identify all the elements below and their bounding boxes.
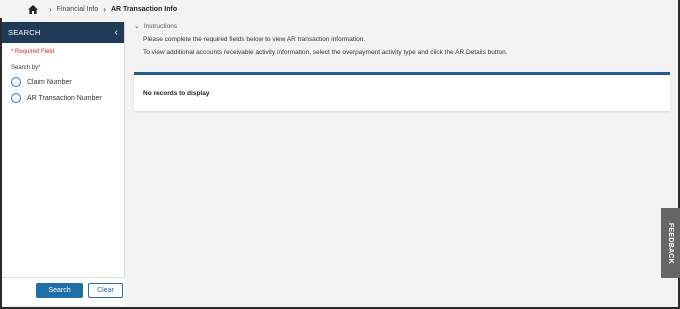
sidebar-title: SEARCH [8, 28, 41, 37]
instruction-line: To view additional accounts receivable a… [143, 49, 508, 56]
feedback-tab[interactable]: FEEDBACK [661, 208, 680, 278]
breadcrumb-item-financial-info[interactable]: Financial Info [57, 6, 99, 13]
results-card: No records to display [134, 72, 670, 111]
radio-label: Claim Number [27, 78, 72, 86]
breadcrumb: › Financial Info › AR Transaction Info [0, 0, 676, 18]
instruction-line: Please complete the required fields belo… [143, 36, 366, 43]
sidebar-footer: Search Clear [2, 277, 125, 305]
home-icon[interactable] [28, 4, 38, 14]
instructions-label: Instructions [143, 22, 178, 30]
radio-button[interactable] [11, 77, 21, 87]
empty-state-message: No records to display [143, 90, 210, 97]
radio-label: AR Transaction Number [27, 94, 102, 102]
sidebar-header: SEARCH ‹ [2, 22, 124, 43]
radio-option-ar-transaction-number[interactable]: AR Transaction Number [11, 93, 124, 103]
chevron-right-icon: › [49, 4, 52, 14]
instructions-toggle[interactable]: ⌄ Instructions [134, 22, 178, 31]
search-button[interactable]: Search [36, 283, 83, 298]
chevron-down-icon: ⌄ [134, 23, 140, 30]
required-field-note: * Required Field [11, 49, 55, 55]
search-sidebar: SEARCH ‹ * Required Field Search by* Cla… [2, 22, 125, 305]
search-by-text: Search by [11, 65, 39, 71]
chevron-right-icon: › [103, 4, 106, 14]
chevron-left-icon[interactable]: ‹ [114, 27, 118, 38]
clear-button[interactable]: Clear [88, 283, 123, 298]
search-by-label: Search by* [11, 65, 124, 71]
breadcrumb-item-current: AR Transaction Info [110, 5, 178, 13]
required-mark: * [38, 65, 41, 71]
radio-option-claim-number[interactable]: Claim Number [11, 77, 124, 87]
feedback-label: FEEDBACK [667, 222, 675, 264]
radio-button[interactable] [11, 93, 21, 103]
